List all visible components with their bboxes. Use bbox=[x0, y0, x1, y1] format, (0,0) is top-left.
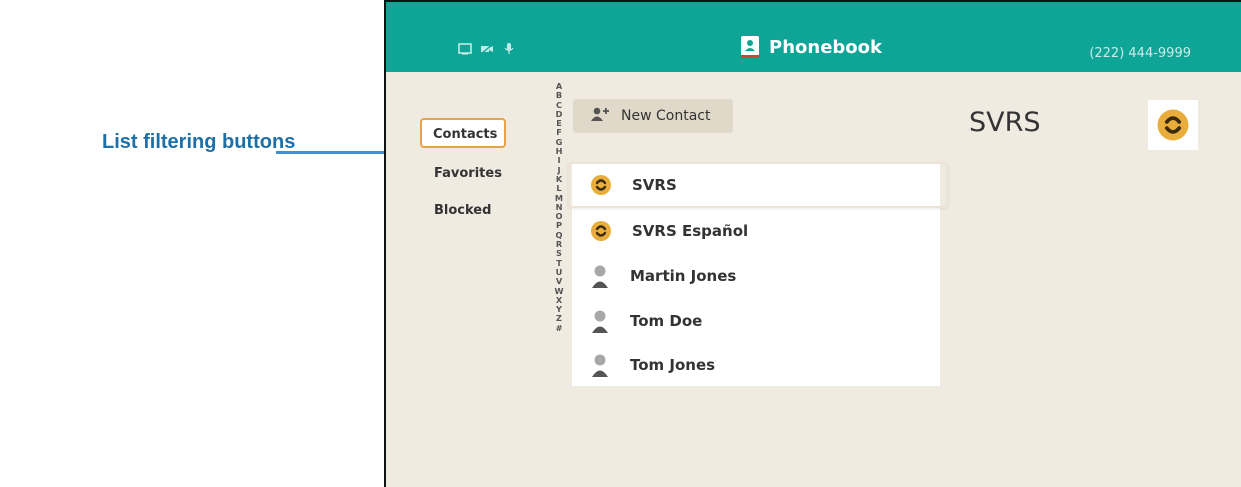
contact-detail-title: SVRS bbox=[969, 107, 1041, 138]
new-contact-label: New Contact bbox=[621, 108, 711, 124]
contact-row[interactable]: Martin Jones bbox=[572, 254, 940, 298]
screen-icon bbox=[458, 40, 472, 55]
contact-name: Tom Doe bbox=[630, 312, 703, 330]
contact-row[interactable]: SVRS Español bbox=[572, 209, 940, 253]
filter-contacts-button[interactable]: Contacts bbox=[420, 118, 506, 148]
alphabet-letter[interactable]: # bbox=[556, 323, 563, 333]
contact-name: SVRS Español bbox=[632, 222, 749, 240]
phonebook-icon bbox=[741, 36, 759, 58]
person-icon bbox=[590, 353, 610, 377]
microphone-icon bbox=[502, 40, 516, 54]
svrs-logo-icon bbox=[590, 174, 612, 196]
person-icon bbox=[590, 309, 610, 333]
contact-detail-avatar bbox=[1148, 100, 1198, 150]
page-title: Phonebook bbox=[769, 36, 882, 58]
phone-number: (222) 444-9999 bbox=[1089, 46, 1191, 61]
filter-favorites-button[interactable]: Favorites bbox=[420, 157, 506, 187]
person-icon bbox=[590, 264, 610, 288]
add-person-icon bbox=[591, 107, 611, 125]
phonebook-screen: Phonebook (222) 444-9999 Contacts Favori… bbox=[384, 0, 1241, 487]
contact-name: Martin Jones bbox=[630, 267, 737, 285]
svrs-logo-icon bbox=[1157, 109, 1189, 141]
contact-name: SVRS bbox=[632, 176, 677, 194]
contact-row[interactable]: Tom Doe bbox=[572, 299, 940, 343]
status-icons bbox=[458, 40, 516, 55]
top-bar: Phonebook (222) 444-9999 bbox=[386, 2, 1241, 72]
new-contact-button[interactable]: New Contact bbox=[573, 99, 733, 133]
filter-blocked-button[interactable]: Blocked bbox=[420, 194, 506, 224]
contact-row[interactable]: SVRS bbox=[568, 162, 948, 208]
camera-off-icon bbox=[480, 40, 494, 55]
screen-title: Phonebook bbox=[741, 36, 882, 58]
alphabet-index: A B C D E F G H I J K L M N O P Q R S T U V W X Y Z # bbox=[554, 81, 564, 333]
contact-name: Tom Jones bbox=[630, 356, 716, 374]
callout-label: List filtering buttons bbox=[102, 131, 296, 153]
svrs-logo-icon bbox=[590, 220, 612, 242]
contact-list: SVRS SVRS Español Martin Jones Tom Doe T… bbox=[568, 162, 948, 387]
contact-row[interactable]: Tom Jones bbox=[572, 343, 940, 387]
